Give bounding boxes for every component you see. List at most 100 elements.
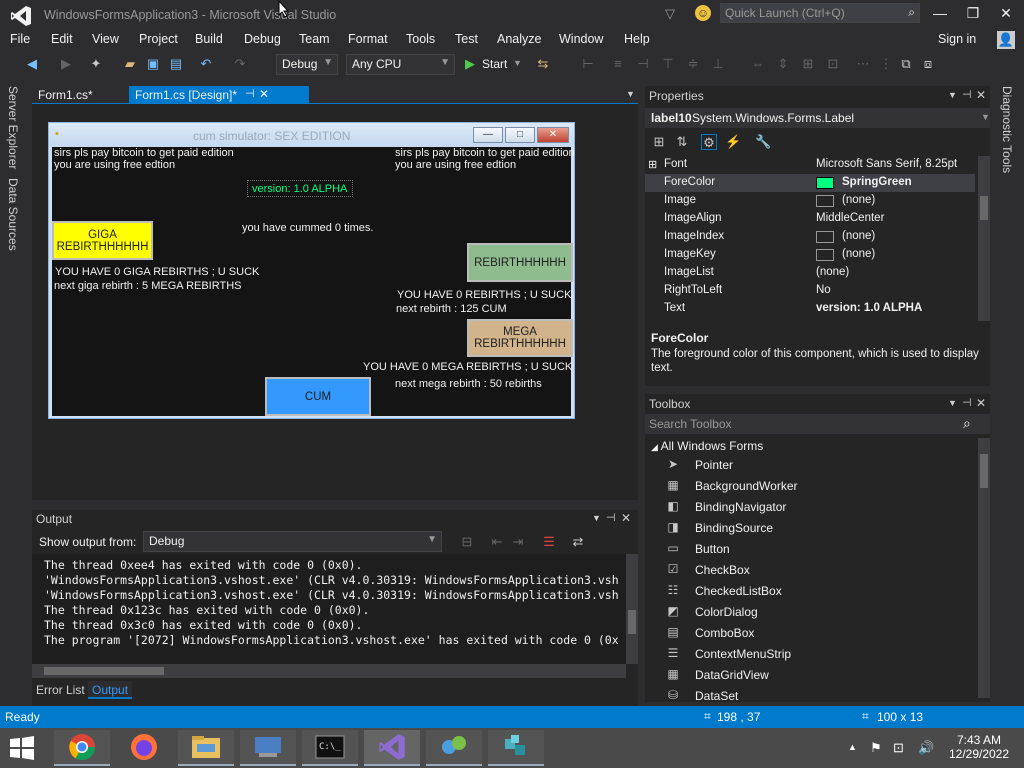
form1-window[interactable]: ▪ cum simulator: SEX EDITION — □ ✕ sirs … bbox=[48, 122, 575, 419]
undo-icon[interactable]: ↶ bbox=[198, 56, 214, 72]
avatar-icon[interactable]: 👤 bbox=[997, 31, 1015, 49]
panel-menu-icon[interactable]: ▼ bbox=[592, 513, 601, 523]
panel-menu-icon[interactable]: ▼ bbox=[948, 90, 957, 100]
show-hidden-icons-icon[interactable]: ▲ bbox=[848, 742, 857, 752]
command-prompt-taskbar-icon[interactable]: C:\_ bbox=[302, 730, 358, 766]
align-lefts-icon[interactable]: ⊢ bbox=[580, 56, 596, 72]
giga-rebirth-button[interactable]: GIGA REBIRTHHHHHH bbox=[52, 221, 153, 260]
scroll-thumb[interactable] bbox=[980, 196, 988, 220]
diagnostic-tools-tab[interactable]: Diagnostic Tools bbox=[1000, 86, 1014, 173]
toolbox-scrollbar[interactable] bbox=[978, 438, 990, 698]
menu-file[interactable]: File bbox=[10, 32, 30, 46]
tab-overflow-icon[interactable]: ▼ bbox=[626, 89, 635, 99]
align-bottoms-icon[interactable]: ⊥ bbox=[710, 56, 726, 72]
sign-in-link[interactable]: Sign in bbox=[938, 32, 976, 46]
toolbox-item-pointer[interactable]: ➤ Pointer bbox=[645, 455, 965, 476]
start-icon[interactable]: ▶ bbox=[465, 56, 475, 72]
send-to-back-icon[interactable]: ⧈ bbox=[920, 56, 936, 72]
toolbox-item-checkbox[interactable]: ☑ CheckBox bbox=[645, 560, 965, 581]
back-icon[interactable]: ◀ bbox=[24, 56, 40, 72]
make-same-size-icon[interactable]: ⊞ bbox=[800, 56, 816, 72]
forward-icon[interactable]: ▶ bbox=[58, 56, 74, 72]
menu-tools[interactable]: Tools bbox=[406, 32, 435, 46]
output-source-select[interactable]: Debug ▼ bbox=[143, 531, 442, 552]
firefox-taskbar-icon[interactable] bbox=[116, 730, 172, 766]
menu-window[interactable]: Window bbox=[559, 32, 603, 46]
scroll-thumb[interactable] bbox=[44, 667, 164, 675]
output-text-area[interactable]: The thread 0xee4 has exited with code 0 … bbox=[32, 554, 626, 664]
properties-view-icon[interactable]: ⚙ bbox=[701, 134, 717, 150]
property-row-font[interactable]: ⊞ Font Microsoft Sans Serif, 8.25pt bbox=[645, 156, 975, 174]
minimize-button[interactable]: — bbox=[930, 5, 950, 23]
make-same-height-icon[interactable]: ⇕ bbox=[775, 56, 791, 72]
toolbox-item-datagridview[interactable]: ▦ DataGridView bbox=[645, 665, 965, 686]
pin-icon[interactable]: ⊣ bbox=[962, 88, 972, 101]
menu-team[interactable]: Team bbox=[299, 32, 330, 46]
toolbox-item-checkedlistbox[interactable]: ☷ CheckedListBox bbox=[645, 581, 965, 602]
properties-scrollbar[interactable] bbox=[978, 156, 990, 321]
tab-form1-cs[interactable]: Form1.cs* bbox=[32, 86, 128, 104]
close-panel-icon[interactable]: ✕ bbox=[621, 511, 631, 525]
clear-all-icon[interactable]: ☰ bbox=[541, 534, 557, 550]
browser-link-icon[interactable]: ⇆ bbox=[535, 56, 551, 72]
prev-message-icon[interactable]: ⇤ bbox=[489, 534, 505, 550]
cum-button[interactable]: CUM bbox=[265, 377, 371, 416]
chevron-down-icon[interactable]: ▼ bbox=[513, 58, 522, 68]
output-vertical-scrollbar[interactable] bbox=[626, 554, 638, 664]
close-panel-icon[interactable]: ✕ bbox=[976, 88, 986, 102]
pin-icon[interactable]: ⊣ bbox=[245, 87, 255, 100]
toolbox-item-bindingnavigator[interactable]: ◧ BindingNavigator bbox=[645, 497, 965, 518]
toolbox-item-colordialog[interactable]: ◩ ColorDialog bbox=[645, 602, 965, 623]
scroll-thumb[interactable] bbox=[980, 454, 988, 488]
error-list-tab[interactable]: Error List bbox=[36, 683, 85, 697]
menu-help[interactable]: Help bbox=[624, 32, 650, 46]
scroll-thumb[interactable] bbox=[628, 610, 636, 634]
platform-select[interactable]: Any CPU ▼ bbox=[346, 54, 455, 75]
new-project-icon[interactable]: ✦ bbox=[88, 56, 104, 72]
package-app-taskbar-icon[interactable] bbox=[488, 730, 544, 766]
menu-build[interactable]: Build bbox=[195, 32, 223, 46]
toolbox-item-contextmenustrip[interactable]: ☰ ContextMenuStrip bbox=[645, 644, 965, 665]
toolbox-search-input[interactable]: Search Toolbox ⌕ bbox=[645, 414, 990, 434]
toolbox-item-bindingsource[interactable]: ◨ BindingSource bbox=[645, 518, 965, 539]
close-panel-icon[interactable]: ✕ bbox=[976, 396, 986, 410]
clock[interactable]: 7:43 AM 12/29/2022 bbox=[944, 733, 1014, 761]
server-explorer-tab[interactable]: Server Explorer bbox=[6, 86, 20, 169]
property-row-imagealign[interactable]: ImageAlign MiddleCenter bbox=[645, 210, 975, 228]
chrome-taskbar-icon[interactable] bbox=[54, 730, 110, 766]
save-icon[interactable]: ▣ bbox=[145, 56, 161, 72]
expand-icon[interactable]: ⊞ bbox=[648, 158, 657, 171]
network-app-taskbar-icon[interactable] bbox=[426, 730, 482, 766]
property-pages-icon[interactable]: 🔧 bbox=[755, 134, 771, 150]
form-close-button[interactable]: ✕ bbox=[537, 127, 569, 143]
form-minimize-button[interactable]: — bbox=[473, 127, 503, 143]
panel-menu-icon[interactable]: ▼ bbox=[948, 398, 957, 408]
keyboard-app-taskbar-icon[interactable] bbox=[240, 730, 296, 766]
toolbox-item-combobox[interactable]: ▤ ComboBox bbox=[645, 623, 965, 644]
property-row-image[interactable]: Image (none) bbox=[645, 192, 975, 210]
size-to-grid-icon[interactable]: ⊡ bbox=[825, 56, 841, 72]
close-tab-icon[interactable]: ✕ bbox=[259, 87, 269, 101]
flag-icon[interactable]: ⚑ bbox=[870, 740, 882, 756]
menu-test[interactable]: Test bbox=[455, 32, 478, 46]
word-wrap-icon[interactable]: ⇄ bbox=[570, 534, 586, 550]
windows-start-icon[interactable] bbox=[8, 734, 38, 762]
align-rights-icon[interactable]: ⊣ bbox=[635, 56, 651, 72]
categorized-icon[interactable]: ⊞ bbox=[651, 134, 667, 150]
menu-analyze[interactable]: Analyze bbox=[497, 32, 541, 46]
menu-edit[interactable]: Edit bbox=[51, 32, 73, 46]
form-maximize-button[interactable]: □ bbox=[505, 127, 535, 143]
rebirth-button[interactable]: REBIRTHHHHHH bbox=[467, 243, 573, 282]
align-centers-icon[interactable]: ≡ bbox=[610, 56, 626, 72]
quick-launch-input[interactable]: Quick Launch (Ctrl+Q) ⌕ bbox=[720, 3, 920, 23]
menu-debug[interactable]: Debug bbox=[244, 32, 281, 46]
redo-icon[interactable]: ↷ bbox=[232, 56, 248, 72]
find-message-icon[interactable]: ⊟ bbox=[459, 534, 475, 550]
toolbox-group-all-windows-forms[interactable]: ◢ All Windows Forms bbox=[651, 439, 763, 453]
toolbox-item-button[interactable]: ▭ Button bbox=[645, 539, 965, 560]
mega-rebirth-button[interactable]: MEGA REBIRTHHHHHH bbox=[467, 319, 573, 357]
file-explorer-taskbar-icon[interactable] bbox=[178, 730, 234, 766]
version-label[interactable]: version: 1.0 ALPHA bbox=[247, 180, 353, 197]
object-selector[interactable]: label10 System.Windows.Forms.Label ▼ bbox=[645, 108, 990, 128]
make-same-width-icon[interactable]: ⇔ bbox=[750, 56, 766, 72]
